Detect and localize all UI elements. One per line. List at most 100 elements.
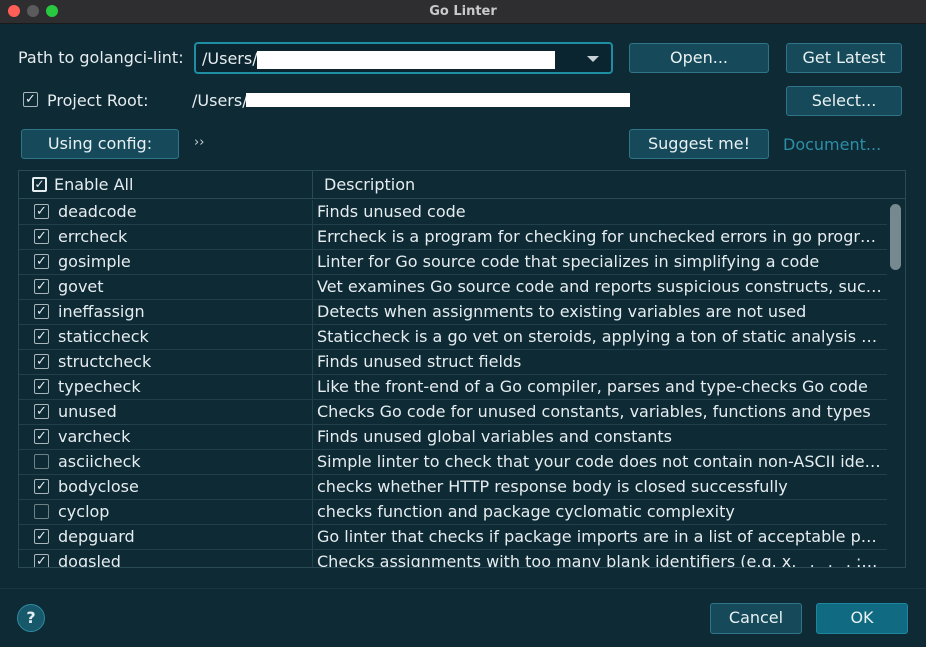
table-row[interactable]: ✓ staticcheck Staticcheck is a go vet on s…	[19, 325, 887, 350]
linter-name: ineffassign	[58, 302, 145, 321]
help-icon[interactable]: ?	[17, 604, 45, 632]
linter-checkbox[interactable]: ✓	[34, 329, 49, 344]
checkmark-icon: ✓	[25, 92, 36, 107]
checkmark-icon: ✓	[36, 229, 47, 244]
config-value: ››	[194, 135, 205, 150]
enable-all-checkbox[interactable]: ✓	[32, 177, 47, 192]
linter-checkbox[interactable]: ✓	[34, 304, 49, 319]
table-row[interactable]: ✓ depguard Go linter that checks if packag…	[19, 525, 887, 550]
linter-name: govet	[58, 277, 104, 296]
linter-name: varcheck	[58, 427, 131, 446]
golangci-path-value: /Users/	[202, 49, 258, 68]
column-divider	[312, 475, 313, 500]
linter-description: Finds unused global variables and consta…	[317, 427, 672, 446]
golangci-path-label: Path to golangci-lint:	[18, 48, 184, 67]
linter-description: Like the front-end of a Go compiler, par…	[317, 377, 868, 396]
column-divider	[312, 225, 313, 250]
checkmark-icon: ✓	[36, 529, 47, 544]
linter-description: Errcheck is a program for checking for u…	[317, 227, 883, 246]
linter-checkbox[interactable]: ✓	[34, 254, 49, 269]
linter-checkbox[interactable]: ✓	[34, 554, 49, 568]
table-row[interactable]: ✓ deadcode Finds unused code	[19, 200, 887, 225]
linter-checkbox[interactable]	[34, 504, 49, 519]
column-divider	[312, 450, 313, 475]
checkmark-icon: ✓	[36, 204, 47, 219]
linter-name: errcheck	[58, 227, 128, 246]
table-row[interactable]: ✓ varcheck Finds unused global variables a…	[19, 425, 887, 450]
checkmark-icon: ✓	[36, 479, 47, 494]
redacted-area	[257, 51, 555, 69]
footer-divider	[0, 588, 926, 589]
table-row[interactable]: ✓ ineffassign Detects when assignments to …	[19, 300, 887, 325]
linter-checkbox[interactable]: ✓	[34, 404, 49, 419]
linter-name: asciicheck	[58, 452, 141, 471]
document-link[interactable]: Document...	[783, 135, 881, 154]
linter-checkbox[interactable]: ✓	[34, 229, 49, 244]
column-divider	[312, 400, 313, 425]
linter-checkbox[interactable]: ✓	[34, 379, 49, 394]
linter-description: Linter for Go source code that specializ…	[317, 252, 820, 271]
checkmark-icon: ✓	[36, 354, 47, 369]
linter-name: structcheck	[58, 352, 152, 371]
project-root-checkbox[interactable]: ✓	[23, 92, 38, 107]
linter-description: Go linter that checks if package imports…	[317, 527, 883, 546]
linter-checkbox[interactable]	[34, 454, 49, 469]
linter-checkbox[interactable]: ✓	[34, 279, 49, 294]
linter-description: checks function and package cyclomatic c…	[317, 502, 735, 521]
title-bar: Go Linter	[0, 0, 926, 24]
select-button[interactable]: Select...	[786, 86, 902, 116]
column-divider	[312, 525, 313, 550]
using-config-button[interactable]: Using config:	[21, 129, 179, 159]
column-divider	[312, 425, 313, 450]
linter-checkbox[interactable]: ✓	[34, 479, 49, 494]
enable-all-header[interactable]: Enable All	[54, 175, 133, 194]
column-divider	[312, 550, 313, 567]
window-title: Go Linter	[429, 4, 497, 19]
linter-checkbox[interactable]: ✓	[34, 204, 49, 219]
column-divider	[312, 275, 313, 300]
linter-name: typecheck	[58, 377, 141, 396]
cancel-button[interactable]: Cancel	[710, 603, 802, 634]
column-divider	[312, 250, 313, 275]
go-linter-dialog: Go Linter Path to golangci-lint: /Users/…	[0, 0, 926, 647]
linter-name: cyclop	[58, 502, 110, 521]
table-row[interactable]: cyclop checks function and package cyclom…	[19, 500, 887, 525]
linter-name: dogsled	[58, 552, 121, 568]
column-divider	[312, 375, 313, 400]
table-row[interactable]: ✓ typecheck Like the front-end of a Go com…	[19, 375, 887, 400]
table-row[interactable]: ✓ structcheck Finds unused struct fields	[19, 350, 887, 375]
project-root-path: /Users/	[192, 91, 248, 110]
get-latest-button[interactable]: Get Latest	[786, 43, 902, 73]
linters-table: ✓ Enable All Description ✓ deadcode Finds …	[18, 170, 906, 568]
scrollbar[interactable]	[890, 204, 901, 270]
table-row[interactable]: ✓ govet Vet examines Go source code and re…	[19, 275, 887, 300]
linter-description: Checks assignments with too many blank i…	[317, 552, 883, 568]
description-header[interactable]: Description	[324, 175, 415, 194]
linter-description: Finds unused code	[317, 202, 466, 221]
table-row[interactable]: ✓ dogsled Checks assignments with too many…	[19, 550, 887, 568]
ok-button[interactable]: OK	[816, 603, 908, 634]
linter-description: Finds unused struct fields	[317, 352, 522, 371]
linter-name: deadcode	[58, 202, 137, 221]
golangci-path-combobox[interactable]: /Users/	[194, 42, 613, 74]
table-row[interactable]: ✓ unused Checks Go code for unused constan…	[19, 400, 887, 425]
linter-checkbox[interactable]: ✓	[34, 529, 49, 544]
column-divider	[312, 171, 313, 199]
table-row[interactable]: ✓ errcheck Errcheck is a program for check…	[19, 225, 887, 250]
table-row[interactable]: ✓ gosimple Linter for Go source code that …	[19, 250, 887, 275]
linter-description: checks whether HTTP response body is clo…	[317, 477, 788, 496]
linter-checkbox[interactable]: ✓	[34, 429, 49, 444]
table-row[interactable]: asciicheck Simple linter to check that yo…	[19, 450, 887, 475]
checkmark-icon: ✓	[36, 554, 47, 568]
linter-checkbox[interactable]: ✓	[34, 354, 49, 369]
table-row[interactable]: ✓ bodyclose checks whether HTTP response b…	[19, 475, 887, 500]
column-divider	[312, 200, 313, 225]
checkmark-icon: ✓	[36, 379, 47, 394]
chevron-down-icon[interactable]	[587, 56, 599, 62]
linter-description: Detects when assignments to existing var…	[317, 302, 807, 321]
column-divider	[312, 350, 313, 375]
linter-description: Checks Go code for unused constants, var…	[317, 402, 871, 421]
suggest-me-button[interactable]: Suggest me!	[629, 129, 769, 159]
table-body: ✓ deadcode Finds unused code ✓ errcheck Errch…	[19, 200, 887, 568]
open-button[interactable]: Open...	[629, 43, 769, 73]
